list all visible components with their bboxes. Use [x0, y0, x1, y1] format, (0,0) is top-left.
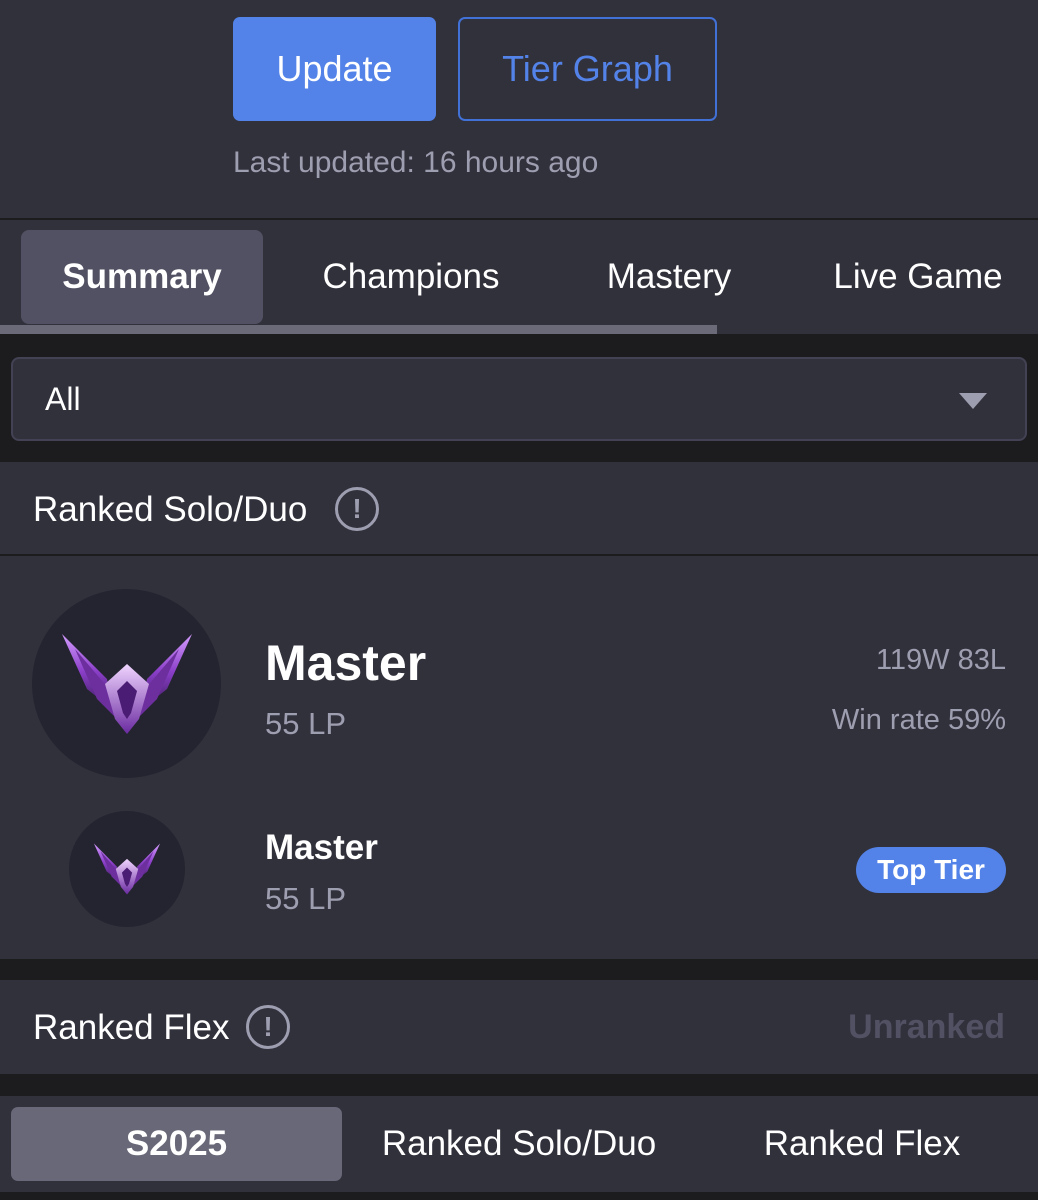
peak-tier-name: Master — [265, 828, 378, 867]
peak-lp: 55 LP — [265, 881, 347, 916]
master-emblem-icon — [61, 633, 192, 734]
queue-filter-value: All — [45, 381, 81, 417]
ranked-solo-title: Ranked Solo/Duo — [33, 490, 308, 529]
win-loss-record: 119W 83L — [875, 644, 1006, 676]
ranked-flex-title: Ranked Flex — [33, 1008, 230, 1047]
info-icon[interactable]: ! — [246, 1005, 290, 1049]
tab-season-ranked-solo[interactable]: Ranked Solo/Duo — [360, 1107, 678, 1181]
tier-graph-button[interactable]: Tier Graph — [458, 17, 717, 121]
tab-live-game[interactable]: Live Game — [818, 230, 1018, 324]
profile-page: Update Tier Graph Last updated: 16 hours… — [0, 0, 1038, 1200]
chevron-down-icon — [959, 393, 987, 409]
ranked-solo-card: Master 55 LP 119W 83L Win rate 59% Maste… — [0, 556, 1038, 959]
tab-summary[interactable]: Summary — [21, 230, 263, 324]
master-emblem-small — [69, 811, 185, 927]
tabs-scrollbar-thumb[interactable] — [0, 325, 717, 334]
top-tier-badge: Top Tier — [856, 847, 1006, 893]
master-emblem-icon — [93, 843, 161, 895]
queue-filter-select[interactable]: All — [11, 357, 1027, 441]
tab-champions[interactable]: Champions — [300, 230, 522, 324]
ranked-flex-row: Ranked Flex ! Unranked — [0, 980, 1038, 1074]
profile-header: Update Tier Graph Last updated: 16 hours… — [0, 0, 1038, 218]
current-lp: 55 LP — [265, 706, 347, 741]
last-updated-text: Last updated: 16 hours ago — [233, 146, 599, 179]
profile-tabs: Summary Champions Mastery Live Game — [0, 220, 1038, 334]
bottom-divider — [0, 1192, 1038, 1200]
ranked-flex-status: Unranked — [848, 1008, 1005, 1046]
current-tier-name: Master — [265, 635, 427, 691]
tab-mastery[interactable]: Mastery — [585, 230, 753, 324]
season-tabs: S2025 Ranked Solo/Duo Ranked Flex — [0, 1096, 1038, 1192]
info-icon[interactable]: ! — [335, 487, 379, 531]
ranked-solo-header: Ranked Solo/Duo ! — [0, 462, 1038, 556]
tab-season-ranked-flex[interactable]: Ranked Flex — [740, 1107, 984, 1181]
win-rate: Win rate 59% — [831, 704, 1006, 736]
master-emblem-large — [32, 589, 221, 778]
tab-season-s2025[interactable]: S2025 — [11, 1107, 342, 1181]
update-button[interactable]: Update — [233, 17, 436, 121]
